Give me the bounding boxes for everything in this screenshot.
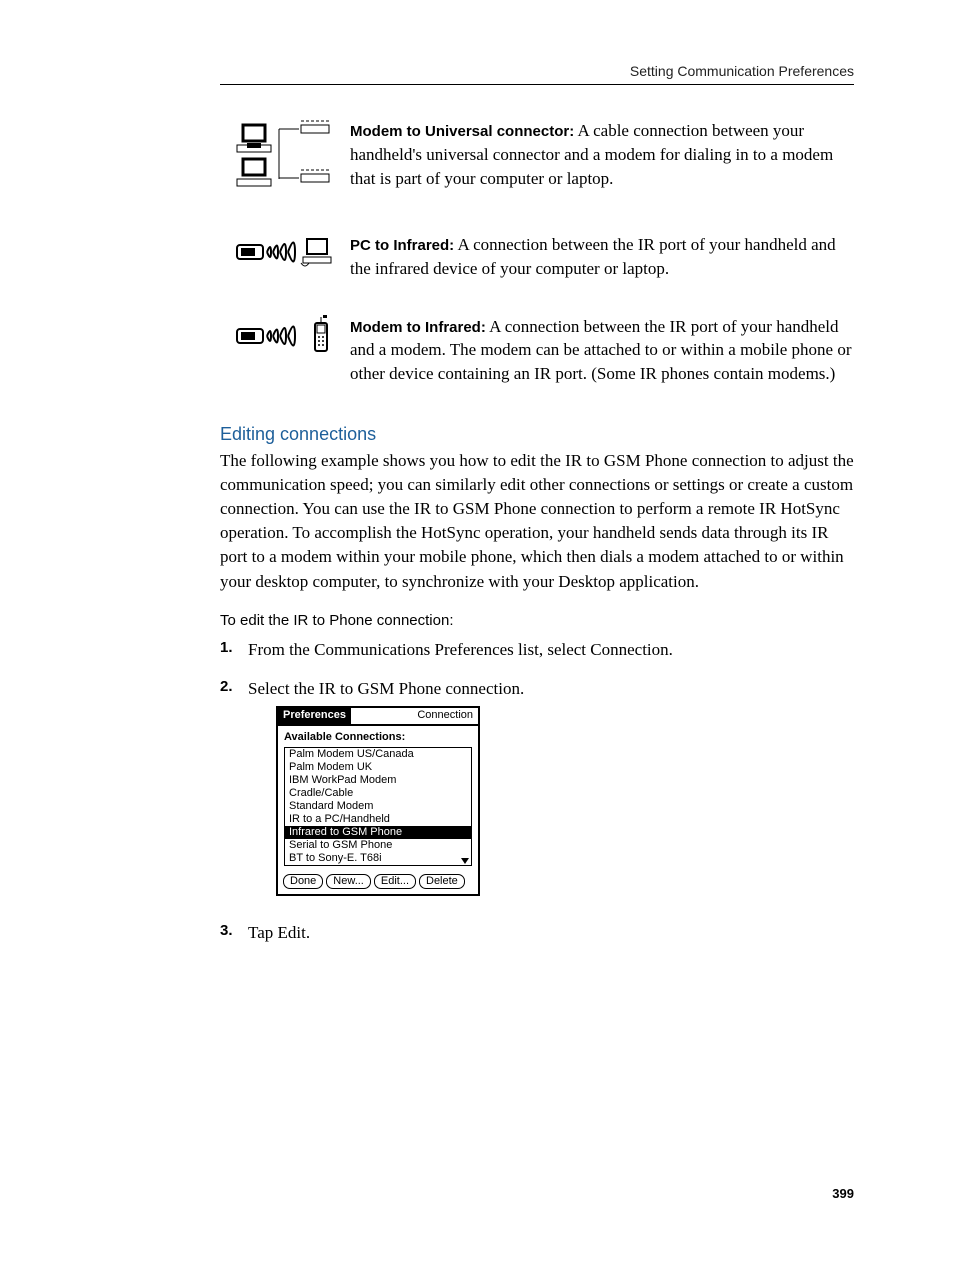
palm-connection-list: Palm Modem US/CanadaPalm Modem UKIBM Wor… (284, 747, 472, 866)
palm-list-header: Available Connections: (278, 726, 478, 748)
palm-category: Connection (412, 708, 478, 724)
procedure-heading: To edit the IR to Phone connection: (220, 612, 854, 629)
connection-item: Serial to GSM Phone (285, 839, 471, 852)
pc-infrared-icon (220, 233, 350, 273)
running-header: Setting Communication Preferences (630, 63, 854, 79)
connection-item: Standard Modem (285, 800, 471, 813)
step-1: From the Communications Preferences list… (220, 637, 854, 663)
connection-item: Cradle/Cable (285, 787, 471, 800)
connection-item: Palm Modem UK (285, 761, 471, 774)
new-button: New... (326, 874, 371, 889)
editing-paragraph: The following example shows you how to e… (220, 449, 854, 594)
edit-button: Edit... (374, 874, 416, 889)
connection-item: Palm Modem US/Canada (285, 748, 471, 761)
editing-heading: Editing connections (220, 424, 854, 445)
modem-infrared-text: Modem to Infrared: A connection between … (350, 315, 854, 386)
page-number: 399 (220, 1186, 854, 1201)
scroll-down-icon (461, 858, 469, 864)
step-2: Select the IR to GSM Phone connection. P… (220, 676, 854, 896)
connection-item: IR to a PC/Handheld (285, 813, 471, 826)
modem-universal-icon (220, 119, 350, 199)
pc-infrared-text: PC to Infrared: A connection between the… (350, 233, 854, 281)
done-button: Done (283, 874, 323, 889)
connection-item: Infrared to GSM Phone (285, 826, 471, 839)
palm-title: Preferences (278, 708, 351, 724)
modem-universal-text: Modem to Universal connector: A cable co… (350, 119, 854, 190)
step-3: Tap Edit. (220, 920, 854, 946)
connection-item: BT to Sony-E. T68i (285, 852, 471, 865)
palm-preferences-screenshot: Preferences Connection Available Connect… (276, 706, 480, 897)
modem-infrared-icon (220, 315, 350, 361)
connection-item: IBM WorkPad Modem (285, 774, 471, 787)
delete-button: Delete (419, 874, 465, 889)
